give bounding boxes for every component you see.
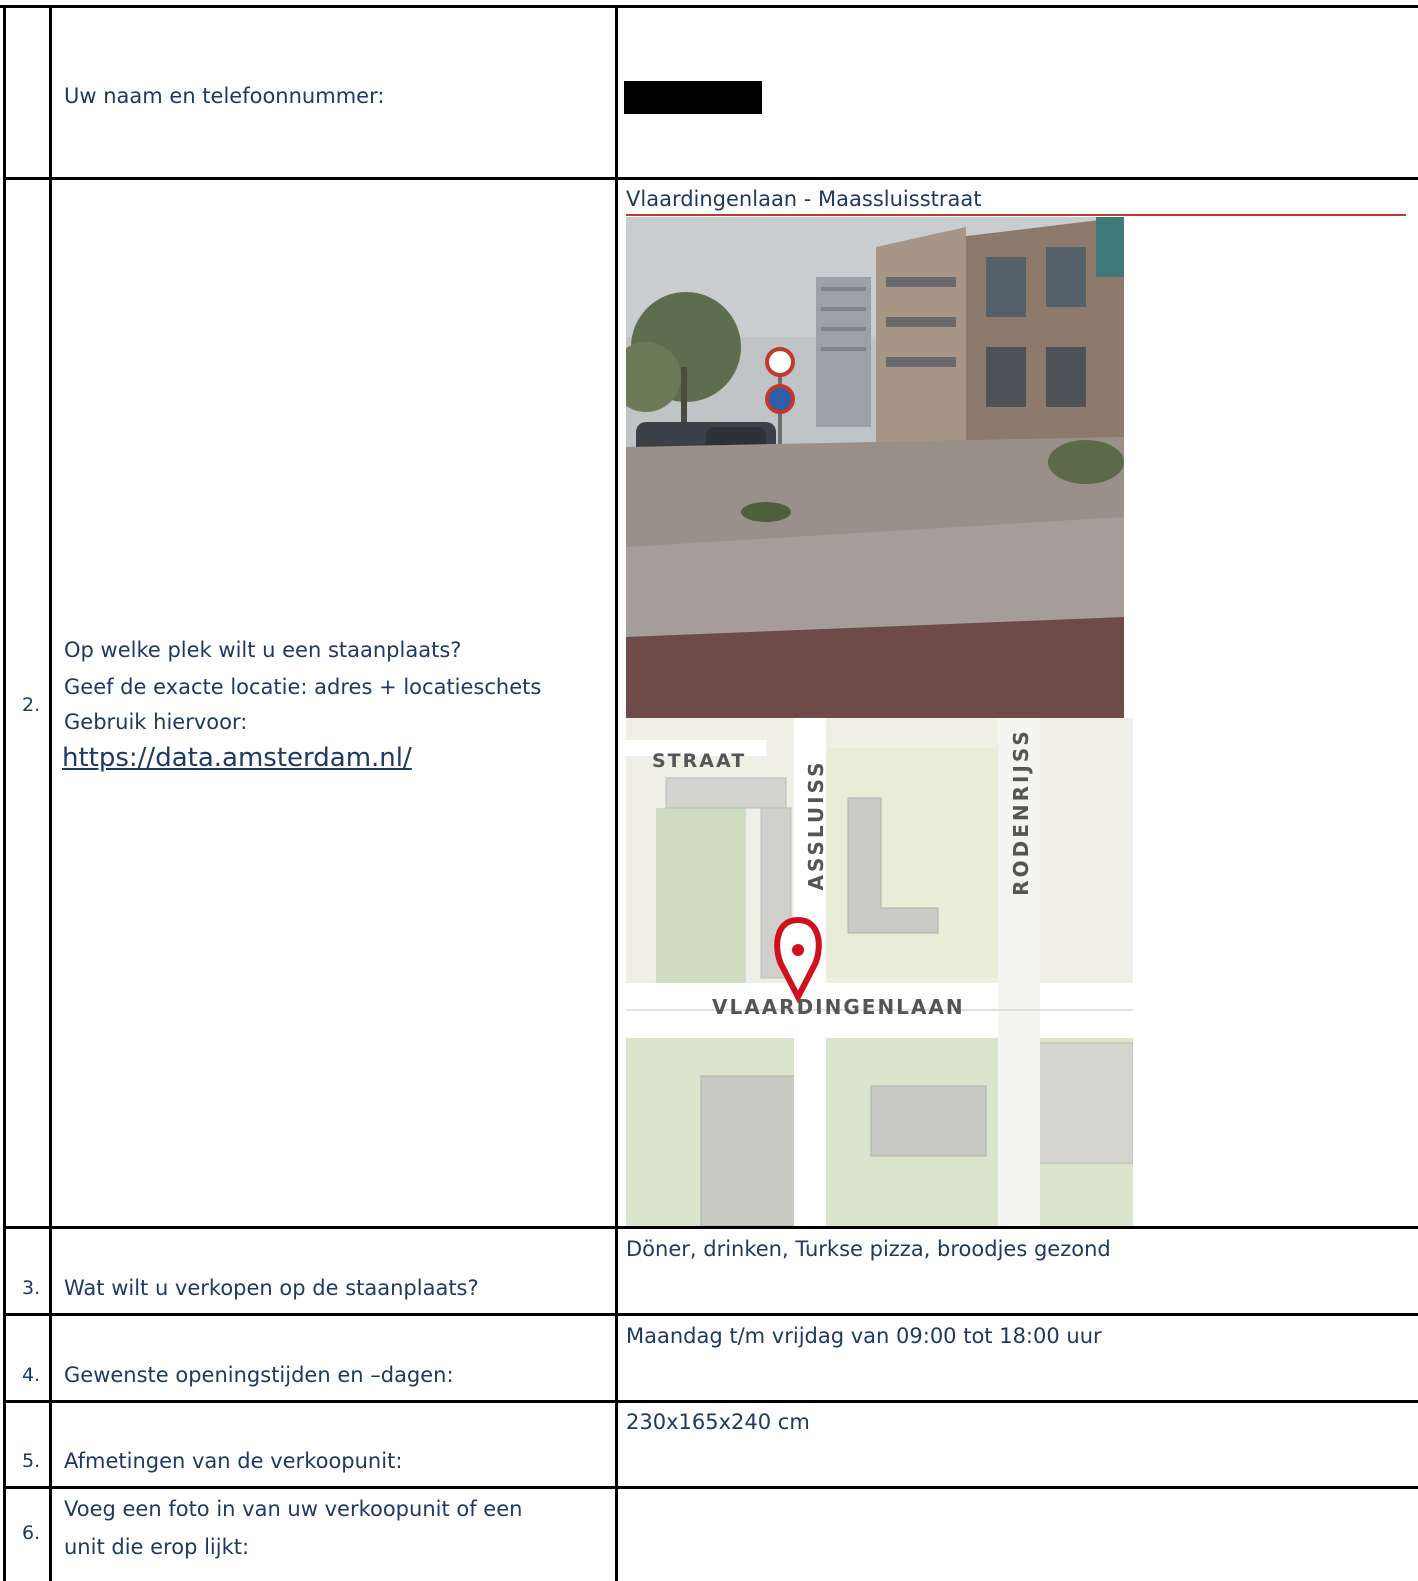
- table-border-left: [3, 5, 6, 1581]
- column-divider-1: [49, 5, 52, 1581]
- row-number-4: 4.: [22, 1364, 41, 1386]
- label-use-this: Gebruik hiervoor:: [64, 710, 248, 734]
- street-scene-graphic: [626, 217, 1124, 718]
- row-divider-1: [3, 177, 1418, 180]
- label-location-question: Op welke plek wilt u een staanplaats?: [64, 638, 462, 662]
- answer-products: Döner, drinken, Turkse pizza, broodjes g…: [626, 1237, 1111, 1261]
- map-graphic: [626, 718, 1133, 1226]
- label-name-phone: Uw naam en telefoonnummer:: [64, 84, 385, 108]
- label-location-instruction: Geef de exacte locatie: adres + locaties…: [64, 675, 542, 699]
- row-divider-4: [3, 1400, 1418, 1403]
- answer-dimensions: 230x165x240 cm: [626, 1410, 810, 1434]
- row-number-2: 2.: [22, 694, 41, 716]
- redacted-name: [624, 81, 762, 114]
- row-number-5: 5.: [22, 1450, 41, 1472]
- label-products: Wat wilt u verkopen op de staanplaats?: [64, 1276, 479, 1300]
- row-divider-2: [3, 1226, 1418, 1229]
- table-border-top: [0, 5, 1418, 8]
- row-divider-3: [3, 1313, 1418, 1316]
- row-number-3: 3.: [22, 1277, 41, 1299]
- location-title-underline: [626, 214, 1406, 216]
- map-label-vlaardingenlaan: VLAARDINGENLAAN: [712, 995, 965, 1019]
- map-label-straat: STRAAT: [652, 750, 747, 772]
- label-photo-line-2: unit die erop lijkt:: [64, 1535, 250, 1559]
- label-dimensions: Afmetingen van de verkoopunit:: [64, 1449, 403, 1473]
- map-label-maassluisstraat: ASSLUISS: [804, 759, 828, 891]
- location-map: STRAAT ASSLUISS RODENRIJSS VLAARDINGENLA…: [626, 718, 1133, 1226]
- column-divider-2: [615, 5, 618, 1581]
- row-divider-5: [3, 1486, 1418, 1489]
- row-number-6: 6.: [22, 1522, 41, 1544]
- label-photo-line-1: Voeg een foto in van uw verkoopunit of e…: [64, 1497, 523, 1521]
- label-opening-hours: Gewenste openingstijden en –dagen:: [64, 1363, 454, 1387]
- location-title: Vlaardingenlaan - Maassluisstraat: [626, 187, 982, 211]
- answer-opening-hours: Maandag t/m vrijdag van 09:00 tot 18:00 …: [626, 1324, 1102, 1348]
- amsterdam-data-link[interactable]: https://data.amsterdam.nl/: [62, 743, 412, 773]
- map-label-rodenrijsstraat: RODENRIJSS: [1009, 728, 1033, 896]
- street-view-photo: [626, 217, 1124, 718]
